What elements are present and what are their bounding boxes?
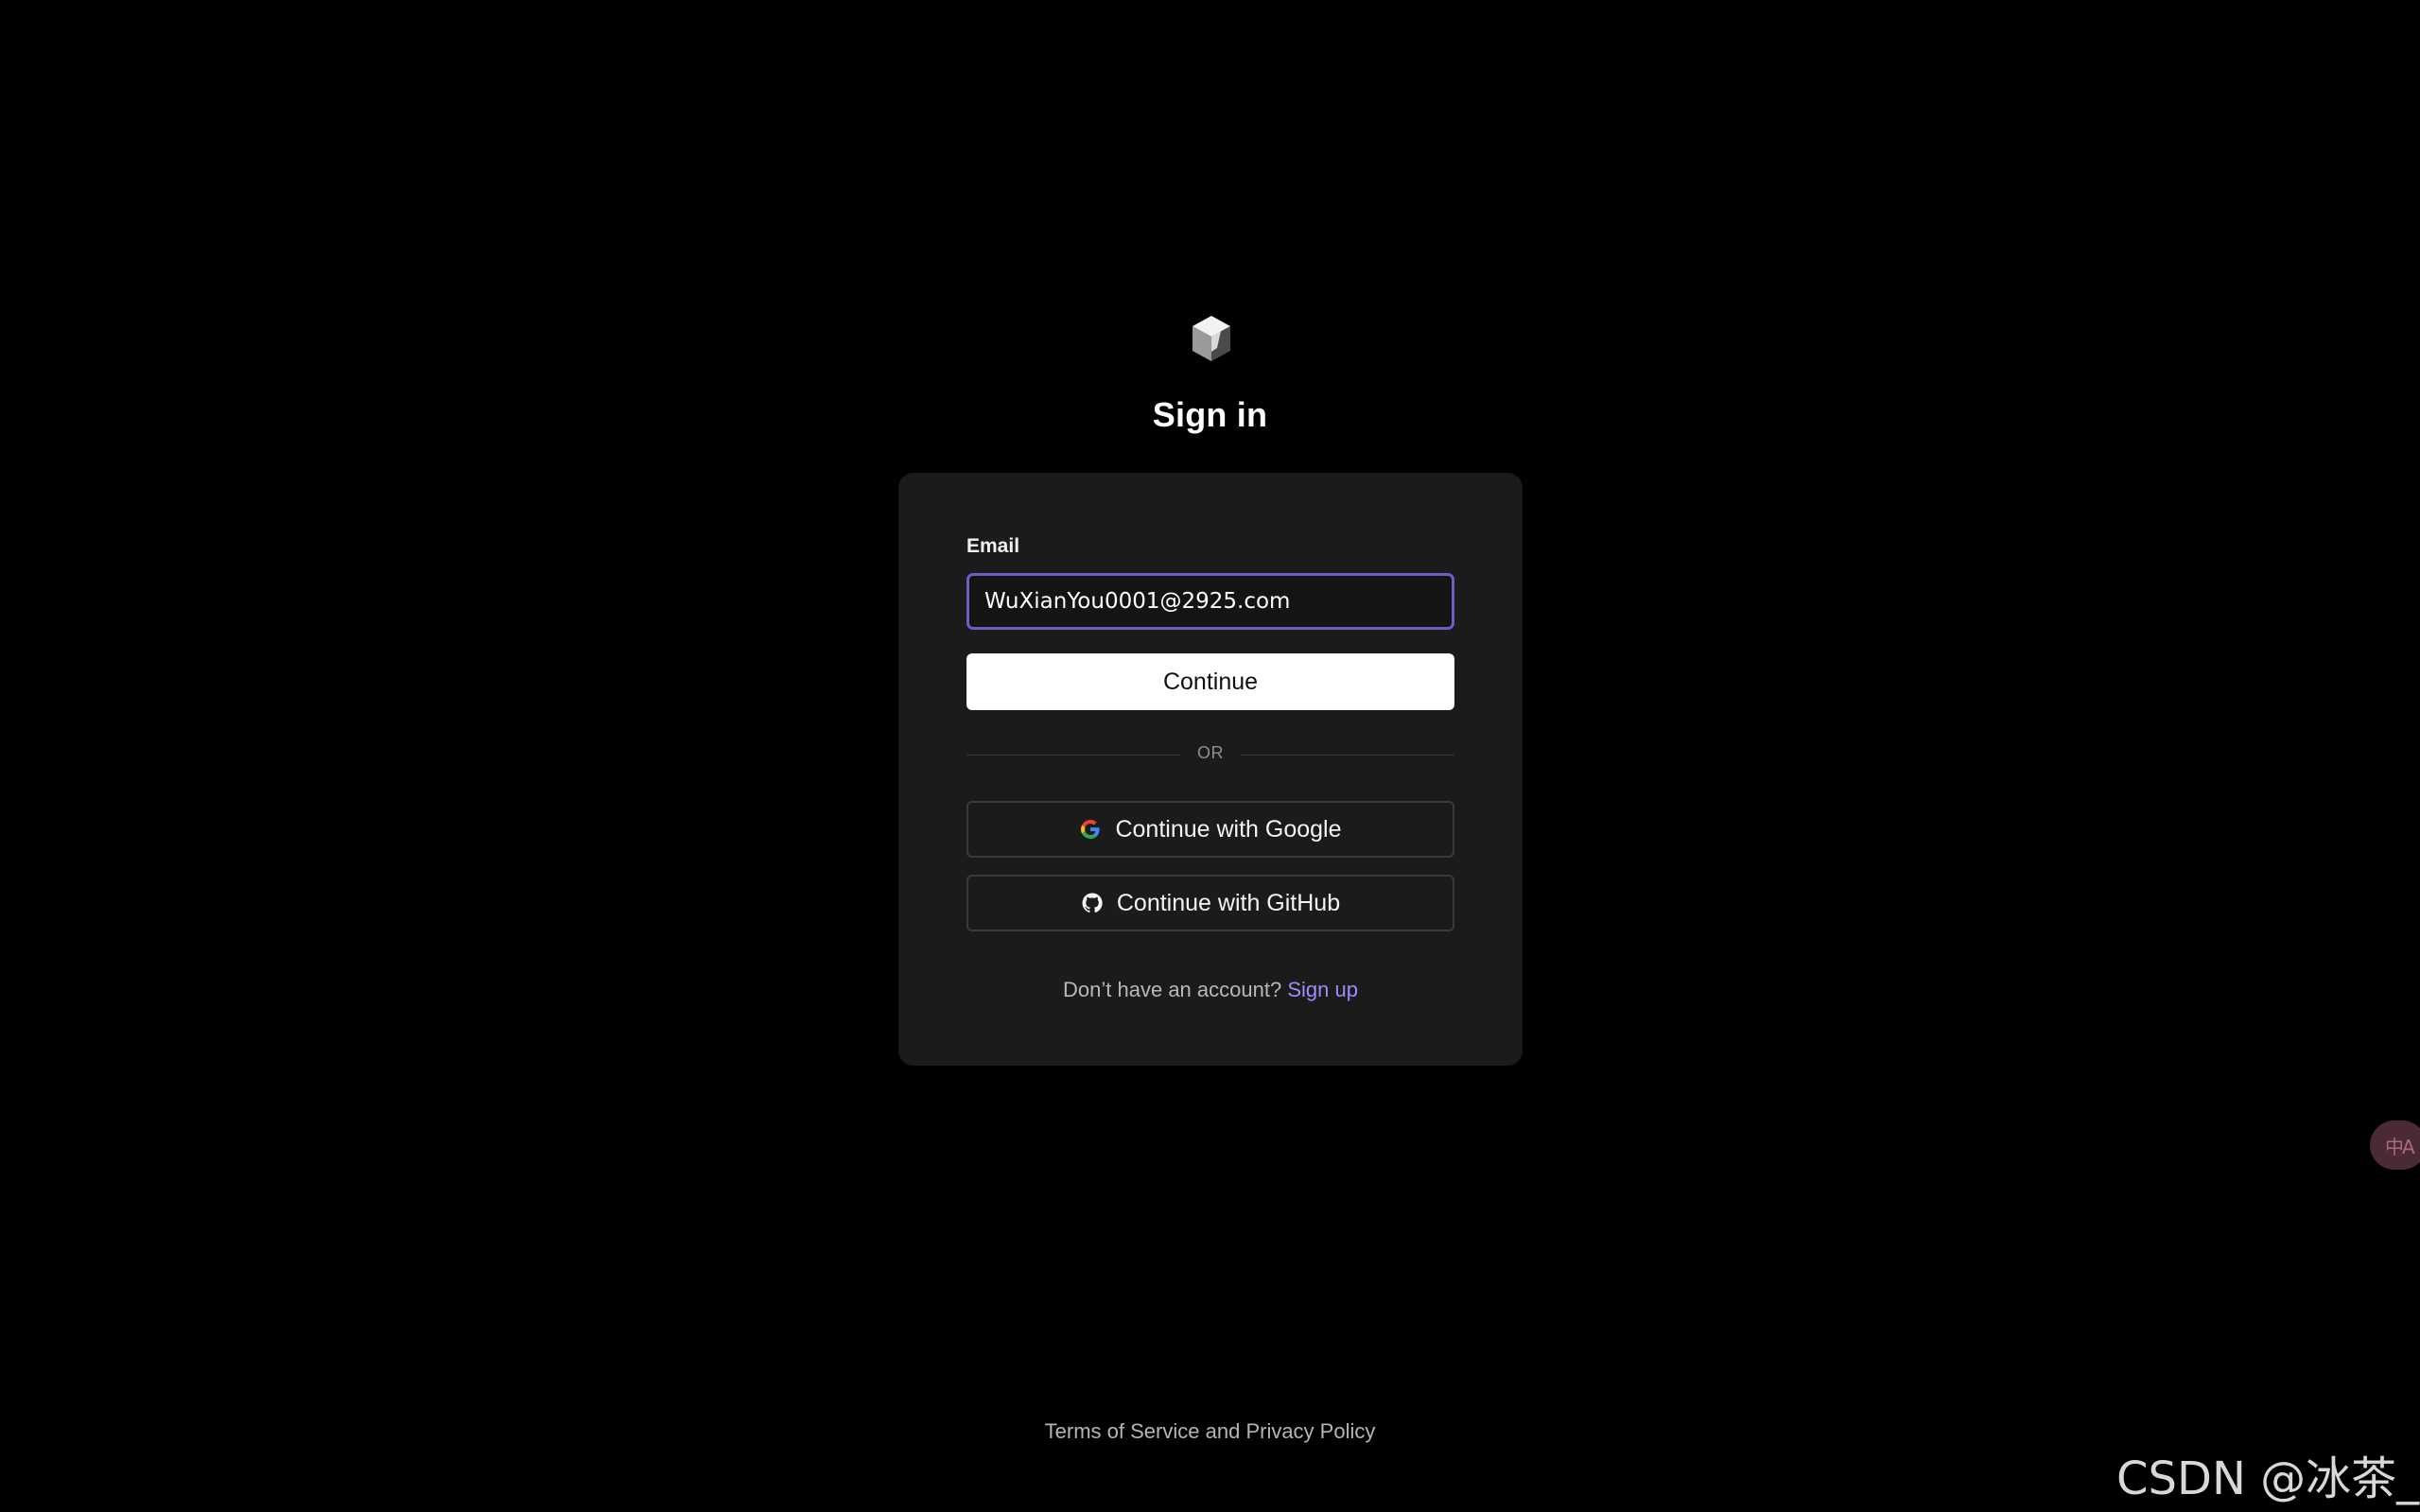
csdn-watermark: CSDN @冰茶_ xyxy=(2116,1452,2420,1505)
signup-prompt: Don’t have an account? xyxy=(1063,978,1282,1001)
continue-button[interactable]: Continue xyxy=(966,653,1454,710)
sign-up-link[interactable]: Sign up xyxy=(1287,978,1358,1001)
terms-of-service-link[interactable]: Terms of Service xyxy=(1045,1419,1200,1443)
page-title: Sign in xyxy=(1152,395,1268,434)
translate-floating-button[interactable]: 中A xyxy=(2370,1121,2420,1170)
google-icon xyxy=(1081,820,1101,839)
footer-and-text: and xyxy=(1205,1419,1241,1443)
footer-links: Terms of Service and Privacy Policy xyxy=(0,1419,2420,1444)
github-button-label: Continue with GitHub xyxy=(1116,889,1341,916)
email-label: Email xyxy=(966,535,1020,557)
google-button-label: Continue with Google xyxy=(1115,815,1342,843)
continue-with-google-button[interactable]: Continue with Google xyxy=(966,801,1454,858)
signup-row: Don’t have an account? Sign up xyxy=(898,978,1523,1002)
divider-line-right xyxy=(1241,755,1454,756)
github-icon xyxy=(1082,893,1103,913)
continue-with-github-button[interactable]: Continue with GitHub xyxy=(966,875,1454,931)
sign-in-page: Sign in Email Continue OR Continue with … xyxy=(0,0,2420,1512)
divider-text: OR xyxy=(1197,743,1224,762)
translate-icon: 中A xyxy=(2385,1135,2415,1158)
email-field[interactable] xyxy=(966,573,1454,630)
or-divider: OR xyxy=(966,743,1454,768)
sign-in-card: Email Continue OR Continue with Google C… xyxy=(898,473,1523,1066)
privacy-policy-link[interactable]: Privacy Policy xyxy=(1245,1419,1375,1443)
cube-logo-icon xyxy=(1193,316,1230,361)
